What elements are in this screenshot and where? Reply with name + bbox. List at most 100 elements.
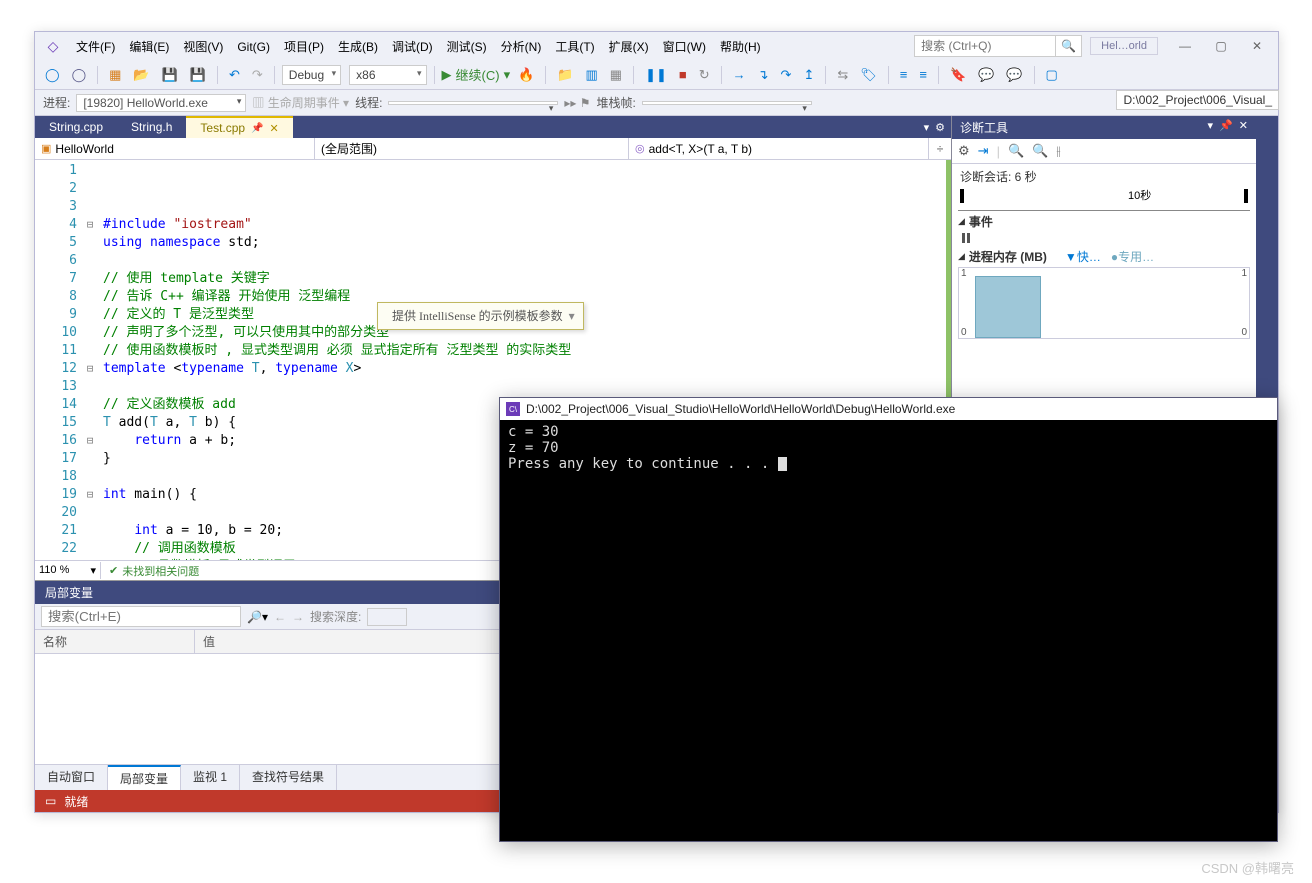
- nav-back-icon[interactable]: ◯: [41, 65, 64, 85]
- stop-icon[interactable]: ■: [675, 65, 691, 84]
- bottom-tab[interactable]: 监视 1: [181, 765, 240, 790]
- open-icon[interactable]: 📂: [129, 65, 153, 85]
- menu-item[interactable]: 生成(B): [331, 37, 385, 57]
- menu-item[interactable]: 项目(P): [277, 37, 331, 57]
- maximize-button[interactable]: ▢: [1204, 34, 1238, 58]
- split-editor-icon[interactable]: ÷: [929, 138, 951, 159]
- diag-title: 诊断工具 ▾ 📌 ✕: [952, 116, 1256, 139]
- close-tab-icon[interactable]: ✕: [270, 122, 279, 135]
- console-output[interactable]: c = 30 z = 70 Press any key to continue …: [500, 420, 1277, 841]
- menu-item[interactable]: Git(G): [230, 37, 277, 57]
- chart-icon[interactable]: ⫲: [1056, 143, 1060, 159]
- stackframe-combo[interactable]: [642, 101, 812, 105]
- redo-icon[interactable]: ↷: [248, 65, 267, 85]
- editor-tab[interactable]: String.h: [117, 116, 186, 138]
- uncomment-icon[interactable]: 💬: [1002, 65, 1026, 85]
- bottom-tab[interactable]: 局部变量: [108, 765, 181, 790]
- export-icon[interactable]: ⇥: [978, 143, 989, 159]
- menu-item[interactable]: 编辑(E): [122, 37, 176, 57]
- save-all-icon[interactable]: 💾: [186, 65, 210, 85]
- close-button[interactable]: ✕: [1240, 34, 1274, 58]
- menu-item[interactable]: 文件(F): [69, 37, 122, 57]
- panel-dropdown-icon[interactable]: ▾: [1208, 119, 1214, 136]
- undo-icon[interactable]: ↶: [225, 65, 244, 85]
- config-combo[interactable]: Debug: [282, 65, 341, 85]
- status-icon: ▭: [45, 794, 56, 808]
- editor-tab-active[interactable]: Test.cpp 📌 ✕: [186, 116, 292, 138]
- zoom-in-icon[interactable]: 🔍: [1008, 143, 1024, 159]
- menu-item[interactable]: 视图(V): [176, 37, 230, 57]
- menu-item[interactable]: 扩展(X): [602, 37, 656, 57]
- tab-settings-icon[interactable]: ⚙: [935, 121, 945, 134]
- menu-item[interactable]: 测试(S): [440, 37, 494, 57]
- editor-tab[interactable]: String.cpp: [35, 116, 117, 138]
- folder-icon[interactable]: 📁: [553, 65, 577, 85]
- issues-status[interactable]: ✔ 未找到相关问题: [101, 561, 207, 581]
- tag-icon[interactable]: 🏷: [856, 65, 881, 85]
- nav-next-icon[interactable]: →: [292, 610, 304, 624]
- window-icon[interactable]: ▥: [581, 65, 601, 85]
- col-name[interactable]: 名称: [35, 630, 195, 653]
- outline-margin[interactable]: ⊟ ⊟ ⊟ ⊟: [83, 160, 97, 560]
- box-icon[interactable]: ▢: [1042, 65, 1062, 85]
- hot-reload-icon[interactable]: 🔥: [514, 65, 538, 85]
- vs-logo-icon: ◇: [39, 36, 67, 56]
- nav-fwd-icon[interactable]: ◯: [68, 65, 91, 85]
- platform-combo[interactable]: x86: [349, 65, 426, 85]
- quick-search[interactable]: 🔍: [914, 35, 1082, 57]
- intellisense-tooltip[interactable]: 提供 IntelliSense 的示例模板参数▾: [377, 302, 584, 330]
- editor-tabstrip: String.cpp String.h Test.cpp 📌 ✕ ▾ ⚙: [35, 116, 951, 138]
- panel-pin-icon[interactable]: 📌: [1219, 119, 1233, 136]
- menu-item[interactable]: 分析(N): [494, 37, 549, 57]
- nav-prev-icon[interactable]: ←: [274, 610, 286, 624]
- grid-icon[interactable]: ▦: [606, 65, 626, 85]
- minimize-button[interactable]: —: [1168, 34, 1202, 58]
- sync-icon[interactable]: ⇆: [833, 65, 852, 85]
- bottom-tab[interactable]: 自动窗口: [35, 765, 108, 790]
- pause-icon[interactable]: ❚❚: [641, 65, 671, 85]
- zoom-reset-icon[interactable]: 🔍: [1032, 143, 1048, 159]
- pin-icon[interactable]: 📌: [251, 123, 263, 134]
- zoom-combo[interactable]: 110 %▾: [35, 562, 101, 579]
- quick-search-input[interactable]: [915, 39, 1055, 53]
- timeline[interactable]: 10秒: [958, 189, 1250, 211]
- comment-icon[interactable]: 💬: [974, 65, 998, 85]
- menu-item[interactable]: 调试(D): [385, 37, 440, 57]
- step-out-icon[interactable]: ↥: [799, 65, 818, 85]
- thread-combo[interactable]: [388, 101, 558, 105]
- gear-icon[interactable]: ⚙: [958, 143, 970, 159]
- bookmark-icon[interactable]: 🔖: [946, 65, 970, 85]
- console-titlebar[interactable]: C\ D:\002_Project\006_Visual_Studio\Hell…: [500, 398, 1277, 420]
- search-icon[interactable]: 🔍: [1055, 36, 1081, 56]
- scope-combo[interactable]: (全局范围): [315, 138, 629, 159]
- status-text: 就绪: [64, 793, 88, 810]
- outdent-icon[interactable]: ≡: [915, 65, 931, 84]
- search-go-icon[interactable]: 🔎▾: [247, 610, 268, 624]
- menu-item[interactable]: 工具(T): [548, 37, 601, 57]
- locals-search-input[interactable]: [41, 606, 241, 627]
- menu-item[interactable]: 窗口(W): [656, 37, 713, 57]
- nav-bar: ▣HelloWorld (全局范围) ◎add<T, X>(T a, T b) …: [35, 138, 951, 160]
- debug-location-toolbar: 进程: [19820] HelloWorld.exe ▥ 生命周期事件 ▾ 线程…: [35, 90, 1278, 116]
- save-icon[interactable]: 💾: [158, 65, 182, 85]
- show-next-icon[interactable]: →: [729, 65, 750, 84]
- continue-button[interactable]: ▶ 继续(C) ▾: [442, 65, 511, 84]
- project-combo[interactable]: ▣HelloWorld: [35, 138, 315, 159]
- process-label: 进程:: [43, 94, 70, 111]
- function-combo[interactable]: ◎add<T, X>(T a, T b): [629, 138, 929, 159]
- menu-item[interactable]: 帮助(H): [713, 37, 768, 57]
- depth-combo[interactable]: [367, 608, 407, 626]
- restart-icon[interactable]: ↻: [695, 65, 714, 85]
- new-item-icon[interactable]: ▦: [105, 65, 125, 85]
- step-into-icon[interactable]: ↴: [754, 65, 773, 85]
- indent-icon[interactable]: ≡: [896, 65, 912, 84]
- process-combo[interactable]: [19820] HelloWorld.exe: [76, 94, 246, 112]
- events-section[interactable]: ◢事件: [952, 211, 1256, 232]
- step-over-icon[interactable]: ↷: [777, 65, 796, 85]
- flags-icon[interactable]: ▸▸ ⚑: [564, 96, 590, 110]
- bottom-tab[interactable]: 查找符号结果: [240, 765, 337, 790]
- panel-close-icon[interactable]: ✕: [1239, 119, 1248, 136]
- memory-section[interactable]: ◢进程内存 (MB) ▼快… ●专用…: [952, 246, 1256, 267]
- tab-dropdown-icon[interactable]: ▾: [924, 121, 930, 134]
- thread-label: 线程:: [355, 94, 382, 111]
